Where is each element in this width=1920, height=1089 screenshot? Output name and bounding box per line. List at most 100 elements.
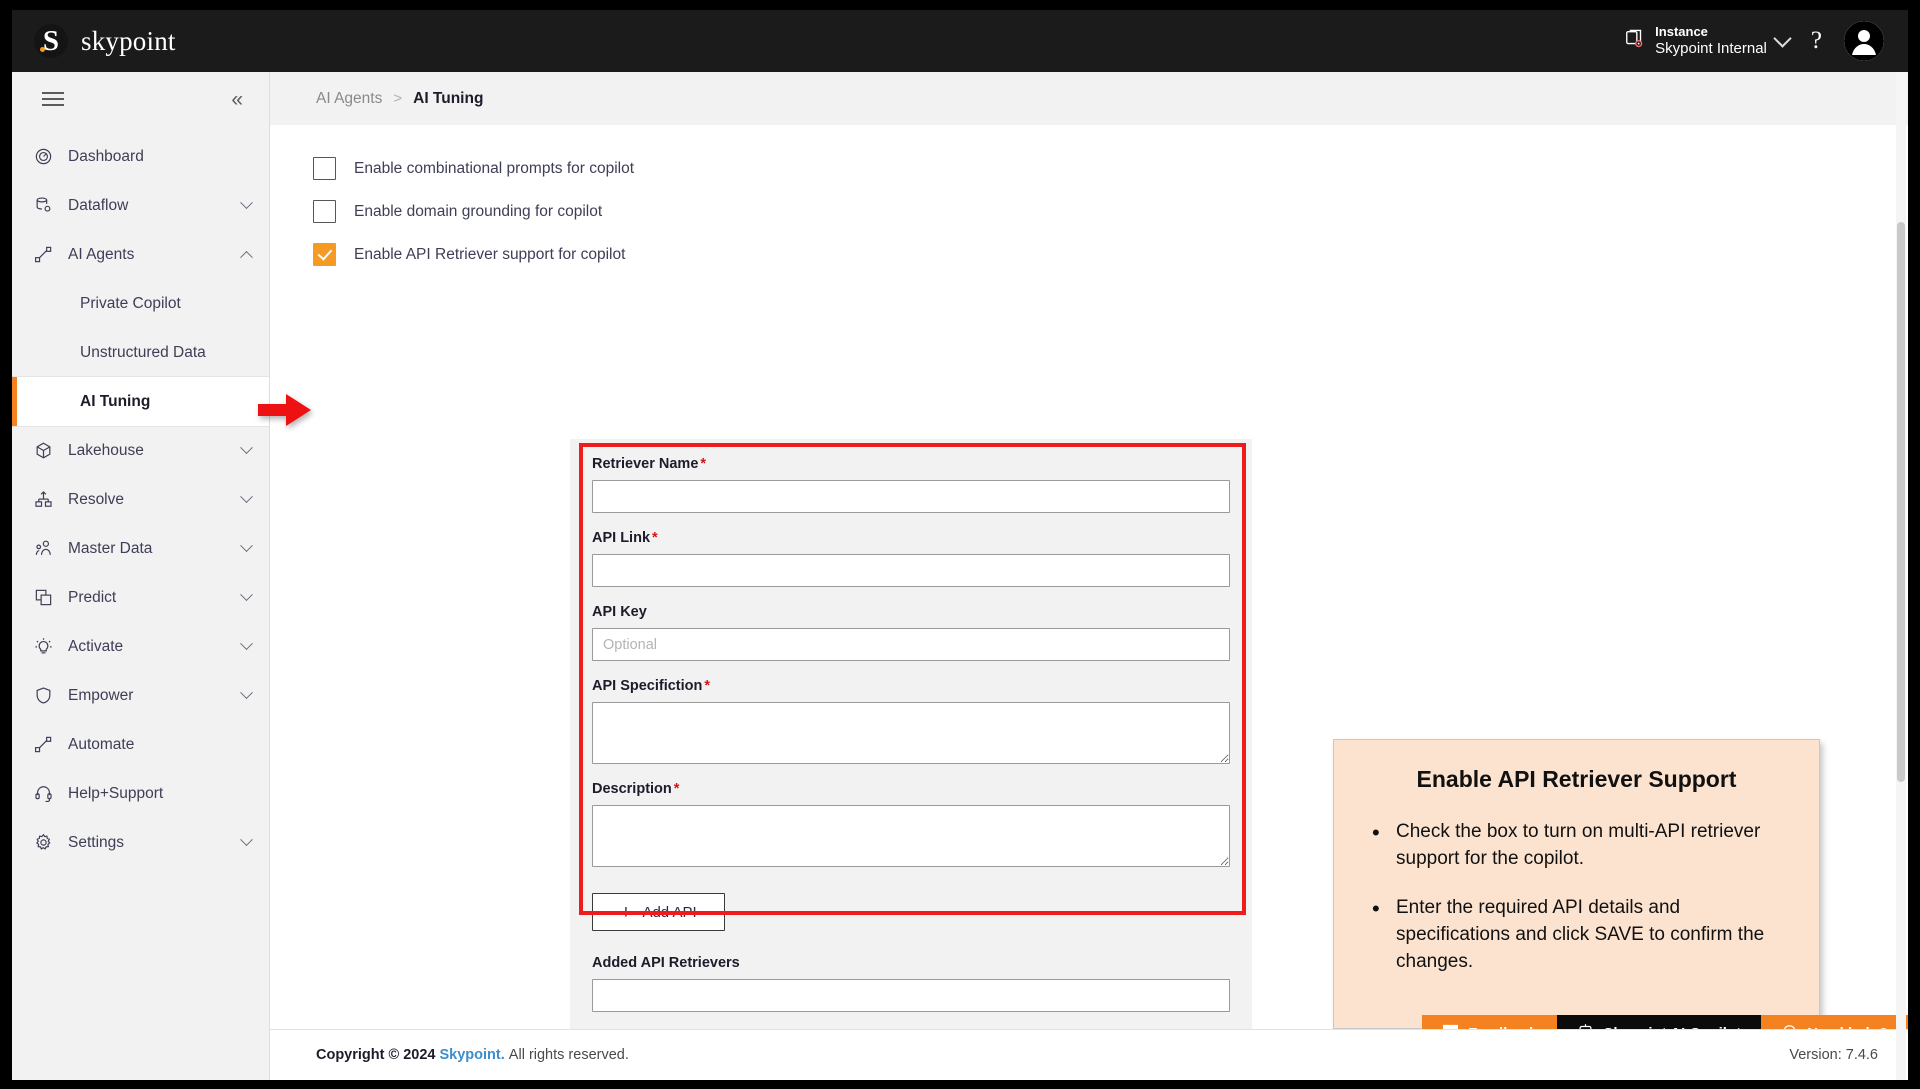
checkbox-label: Enable combinational prompts for copilot bbox=[354, 159, 635, 177]
chevron-down-icon[interactable] bbox=[240, 588, 253, 602]
activate-icon bbox=[34, 637, 60, 656]
collapse-sidebar-icon[interactable]: « bbox=[231, 89, 243, 110]
sidebar-item-label: Predict bbox=[68, 588, 117, 606]
sidebar-subitem-ai-tuning[interactable]: AI Tuning bbox=[12, 377, 269, 426]
sidebar-item-label: Empower bbox=[68, 686, 134, 704]
hamburger-menu-icon[interactable] bbox=[42, 88, 64, 110]
checkbox-domain-grounding[interactable] bbox=[313, 200, 336, 223]
footer-rights: All rights reserved. bbox=[508, 1047, 629, 1063]
breadcrumb-parent[interactable]: AI Agents bbox=[316, 90, 382, 108]
instance-selector[interactable]: Instance Skypoint Internal bbox=[1624, 24, 1792, 59]
predict-icon bbox=[34, 588, 60, 607]
chevron-down-icon[interactable] bbox=[240, 833, 253, 847]
sidebar-item-empower[interactable]: Empower bbox=[12, 671, 269, 720]
sidebar-item-activate[interactable]: Activate bbox=[12, 622, 269, 671]
skypoint-logo-icon: S bbox=[34, 24, 68, 58]
sidebar-item-label: Dashboard bbox=[68, 147, 144, 165]
added-api-retrievers-label: Added API Retrievers bbox=[592, 955, 740, 971]
sidebar-subitem-label: Unstructured Data bbox=[80, 343, 206, 361]
gear-icon bbox=[34, 833, 60, 852]
field-api-specification: API Specifiction * bbox=[570, 661, 1252, 764]
api-retriever-form-card: Retriever Name * API Link * API Key Opti… bbox=[570, 439, 1252, 1034]
description-textarea[interactable] bbox=[592, 805, 1230, 867]
checkbox-row-combinational-prompts[interactable]: Enable combinational prompts for copilot bbox=[313, 147, 1908, 190]
empower-icon bbox=[34, 686, 60, 705]
brand-letter: S bbox=[42, 24, 60, 57]
dataflow-icon bbox=[34, 196, 60, 215]
sidebar-subitem-unstructured-data[interactable]: Unstructured Data bbox=[12, 328, 269, 377]
field-label-text: API Specifiction bbox=[592, 678, 703, 694]
master-data-icon bbox=[34, 539, 60, 558]
chevron-down-icon[interactable] bbox=[1773, 28, 1792, 48]
sidebar-item-automate[interactable]: Automate bbox=[12, 720, 269, 769]
chevron-up-icon[interactable] bbox=[240, 250, 253, 264]
plus-icon: + bbox=[620, 901, 632, 923]
sidebar-item-label: Automate bbox=[68, 735, 135, 753]
sidebar-item-master-data[interactable]: Master Data bbox=[12, 524, 269, 573]
sidebar-item-predict[interactable]: Predict bbox=[12, 573, 269, 622]
top-bar: S skypoint Instance Skypoint Internal ? bbox=[12, 10, 1908, 72]
retriever-name-input[interactable] bbox=[592, 480, 1230, 513]
chevron-down-icon[interactable] bbox=[240, 539, 253, 553]
avatar[interactable] bbox=[1844, 21, 1884, 61]
top-bar-right: Instance Skypoint Internal ? bbox=[1624, 21, 1884, 61]
field-label: API Specifiction * bbox=[592, 661, 1230, 702]
field-label: Retriever Name * bbox=[592, 439, 1230, 480]
sidebar-item-dashboard[interactable]: Dashboard bbox=[12, 132, 269, 181]
sidebar-item-help-support[interactable]: Help+Support bbox=[12, 769, 269, 818]
checkbox-label: Enable domain grounding for copilot bbox=[354, 202, 603, 220]
added-api-retrievers-input[interactable] bbox=[592, 979, 1230, 1012]
chevron-down-icon[interactable] bbox=[240, 637, 253, 651]
add-api-label: Add API bbox=[642, 903, 697, 921]
sidebar-item-resolve[interactable]: Resolve bbox=[12, 475, 269, 524]
chevron-down-icon[interactable] bbox=[240, 441, 253, 455]
sidebar-item-dataflow[interactable]: Dataflow bbox=[12, 181, 269, 230]
brand-logo[interactable]: S skypoint bbox=[34, 24, 176, 58]
field-label: Description * bbox=[592, 764, 1230, 805]
checkbox-api-retriever[interactable] bbox=[313, 243, 336, 266]
instance-value: Skypoint Internal bbox=[1655, 39, 1767, 57]
field-label-text: API Key bbox=[592, 604, 647, 620]
field-api-key: API Key bbox=[570, 587, 1252, 661]
api-key-input[interactable] bbox=[592, 628, 1230, 661]
sidebar-item-label: Activate bbox=[68, 637, 124, 655]
sidebar-item-label: Lakehouse bbox=[68, 441, 144, 459]
api-specification-textarea[interactable] bbox=[592, 702, 1230, 764]
field-label: API Key bbox=[592, 587, 1230, 628]
sidebar-item-label: AI Agents bbox=[68, 245, 135, 263]
field-description: Description * bbox=[570, 764, 1252, 867]
sidebar-subitem-private-copilot[interactable]: Private Copilot bbox=[12, 279, 269, 328]
chevron-down-icon[interactable] bbox=[240, 686, 253, 700]
field-label-text: Retriever Name bbox=[592, 456, 699, 472]
checkbox-row-domain-grounding[interactable]: Enable domain grounding for copilot bbox=[313, 190, 1908, 233]
automate-icon bbox=[34, 735, 60, 754]
sidebar-item-lakehouse[interactable]: Lakehouse bbox=[12, 426, 269, 475]
sidebar-item-label: Settings bbox=[68, 833, 125, 851]
add-api-button[interactable]: + Add API bbox=[592, 893, 725, 931]
footer-copyright: Copyright © 2024 bbox=[316, 1047, 436, 1063]
sidebar-subitem-label: AI Tuning bbox=[80, 392, 151, 410]
required-marker: * bbox=[700, 456, 707, 472]
sidebar-item-label: Dataflow bbox=[68, 196, 129, 214]
chevron-down-icon[interactable] bbox=[240, 196, 253, 210]
scrollbar-thumb[interactable] bbox=[1897, 222, 1905, 782]
chevron-down-icon[interactable] bbox=[240, 490, 253, 504]
vertical-scrollbar[interactable] bbox=[1896, 72, 1906, 1080]
lakehouse-icon bbox=[34, 441, 60, 460]
field-label-text: Description bbox=[592, 781, 672, 797]
sidebar-item-settings[interactable]: Settings bbox=[12, 818, 269, 867]
required-marker: * bbox=[652, 530, 658, 546]
form-card-footer: + Add API Added API Retrievers bbox=[570, 867, 1252, 1034]
instance-icon bbox=[1624, 28, 1646, 55]
footer-brand-link[interactable]: Skypoint. bbox=[440, 1047, 505, 1063]
api-link-input[interactable] bbox=[592, 554, 1230, 587]
content-panel: Enable combinational prompts for copilot… bbox=[258, 147, 1908, 1080]
field-retriever-name: Retriever Name * bbox=[570, 439, 1252, 513]
brand-name: skypoint bbox=[81, 25, 176, 56]
callout-title: Enable API Retriever Support bbox=[1416, 766, 1737, 792]
sidebar-item-ai-agents[interactable]: AI Agents bbox=[12, 230, 269, 279]
checkbox-row-api-retriever[interactable]: Enable API Retriever support for copilot bbox=[313, 233, 1908, 276]
checkbox-combinational-prompts[interactable] bbox=[313, 157, 336, 180]
help-icon[interactable]: ? bbox=[1811, 27, 1822, 55]
footer: Copyright © 2024 Skypoint. All rights re… bbox=[270, 1029, 1908, 1080]
